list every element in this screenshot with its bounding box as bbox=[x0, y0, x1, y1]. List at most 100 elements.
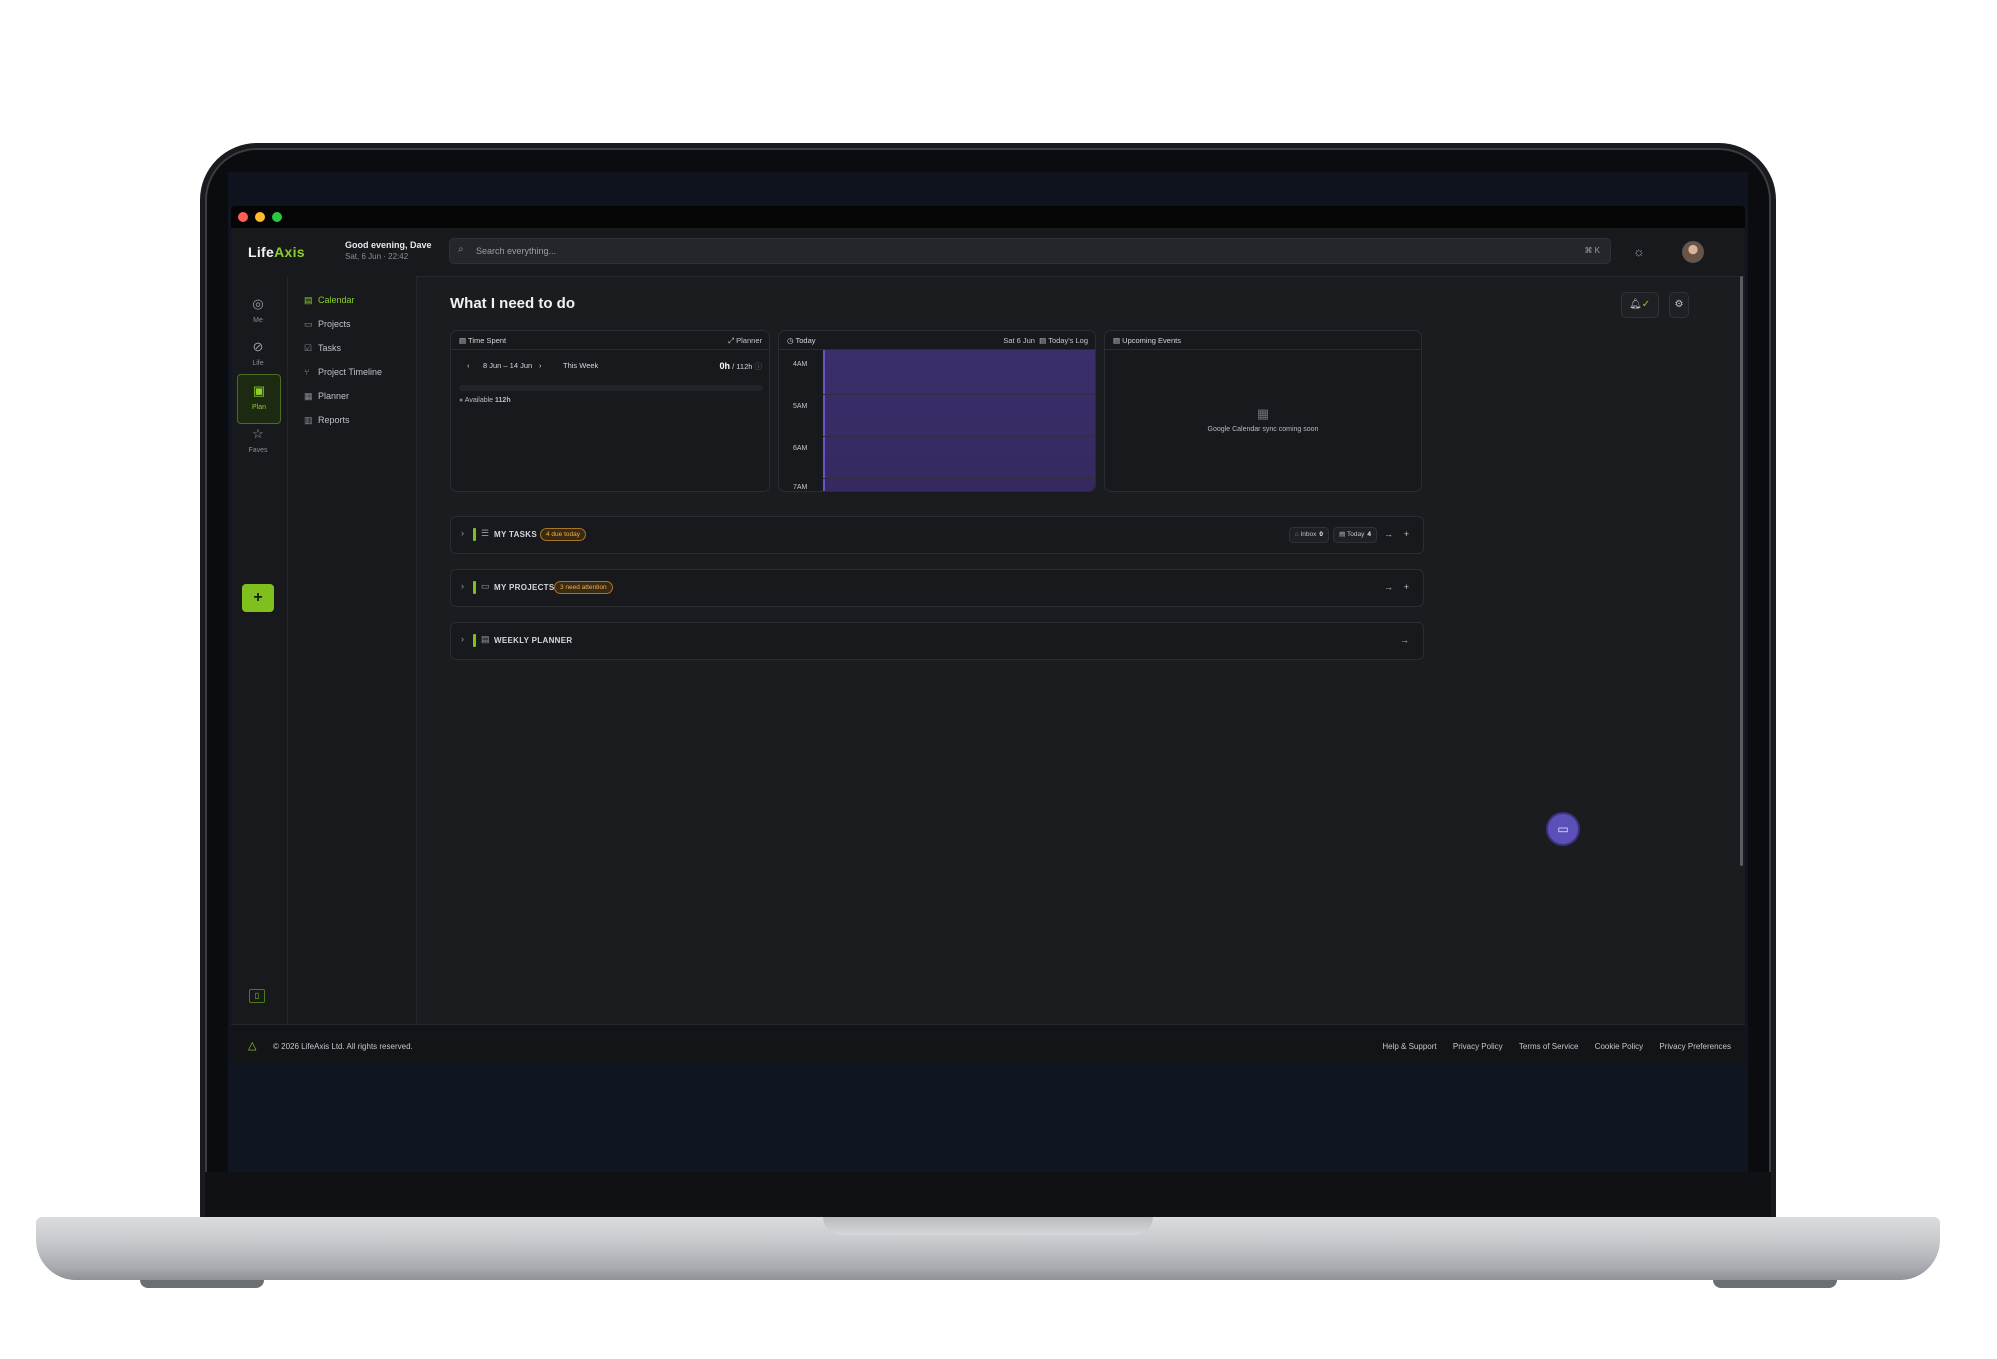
plus-icon[interactable]: + bbox=[1404, 529, 1409, 539]
today-pill[interactable]: ▤ Today 4 bbox=[1333, 527, 1377, 543]
rail-item-faves[interactable]: ☆ Faves bbox=[237, 418, 279, 466]
sidebar-toggle-icon[interactable]: ▯ bbox=[249, 989, 265, 1003]
available-value: 112h bbox=[495, 397, 511, 404]
upcoming-events-card: ▤ Upcoming Events ▦ Google Calendar sync… bbox=[1104, 330, 1422, 492]
maximize-window-button[interactable] bbox=[272, 212, 282, 222]
window-titlebar bbox=[231, 206, 1745, 228]
chevron-right-icon[interactable]: › bbox=[461, 528, 464, 538]
nav-item-projects[interactable]: ▭ Projects bbox=[304, 319, 351, 330]
expand-icon: ⤢ bbox=[728, 336, 737, 345]
my-tasks-section[interactable]: › ☰ MY TASKS 4 due today ⌂ Inbox 0 ▤ Toda… bbox=[450, 516, 1424, 554]
inbox-pill[interactable]: ⌂ Inbox 0 bbox=[1288, 527, 1329, 543]
my-projects-section[interactable]: › ▭ MY PROJECTS 3 need attention → + bbox=[450, 569, 1424, 607]
info-icon: ⓘ bbox=[754, 362, 763, 371]
calendar-empty-icon: ▦ bbox=[1256, 406, 1270, 421]
chevron-right-icon[interactable]: › bbox=[461, 634, 464, 644]
terms-of-service-link[interactable]: Terms of Service bbox=[1519, 1042, 1579, 1051]
time-spent-card: ▤ Time Spent ⤢ Planner ‹ 8 Jun – 14 Jun … bbox=[450, 330, 770, 492]
card-title-text: Time Spent bbox=[468, 336, 507, 345]
bell-icon: 🔔︎ bbox=[1629, 299, 1642, 310]
camera-strip bbox=[228, 172, 1748, 206]
theme-toggle-sun-icon[interactable]: ☼ bbox=[1633, 244, 1645, 259]
section-title: WEEKLY PLANNER bbox=[494, 636, 573, 645]
add-button[interactable]: + bbox=[242, 584, 274, 612]
scrollbar[interactable] bbox=[1740, 276, 1743, 866]
section-accent-bar bbox=[473, 528, 476, 541]
nav-label: Project Timeline bbox=[318, 367, 383, 377]
nav-item-calendar[interactable]: ▤ Calendar bbox=[304, 295, 355, 306]
card-header: ▤ Upcoming Events bbox=[1105, 331, 1421, 350]
calendar-icon: ▤ bbox=[304, 295, 313, 305]
app-logo[interactable]: LifeAxis bbox=[248, 244, 305, 260]
due-today-badge: 4 due today bbox=[540, 528, 586, 541]
chat-button[interactable]: ▭ bbox=[1548, 814, 1578, 844]
next-week-chevron-icon[interactable]: › bbox=[539, 361, 542, 370]
minimize-window-button[interactable] bbox=[255, 212, 265, 222]
hours-total: / 112h bbox=[732, 362, 753, 371]
prev-week-chevron-icon[interactable]: ‹ bbox=[467, 361, 470, 370]
time-progress-bar bbox=[459, 385, 763, 391]
hour-line bbox=[823, 478, 1095, 479]
star-icon: ☆ bbox=[252, 426, 264, 441]
arrow-right-icon[interactable]: → bbox=[1384, 529, 1393, 539]
calendar-event-block[interactable] bbox=[823, 350, 1095, 491]
logo-text-suffix: xis bbox=[284, 244, 305, 260]
settings-button[interactable]: ⚙ bbox=[1669, 292, 1689, 318]
hours-spent: 0h bbox=[719, 361, 731, 371]
inbox-label: Inbox bbox=[1300, 531, 1317, 538]
search-bar[interactable]: ⌕ Search everything... ⌘ K bbox=[449, 238, 1611, 264]
rail-item-life[interactable]: ⊘ Life bbox=[237, 331, 279, 379]
close-window-button[interactable] bbox=[238, 212, 248, 222]
bar-chart-icon: ▥ bbox=[304, 415, 313, 425]
check-circle-icon: ✓ bbox=[1641, 299, 1651, 310]
card-header: ▤ Time Spent ⤢ Planner bbox=[451, 331, 769, 350]
today-count: 4 bbox=[1367, 531, 1371, 538]
card-header: ◷ Today Sat 6 Jun ▤ Today's Log bbox=[779, 331, 1095, 350]
rail-item-me[interactable]: ◎ Me bbox=[237, 288, 279, 336]
day-timeline: 4AM 5AM 6AM 7AM bbox=[779, 350, 1095, 491]
nav-label: Planner bbox=[318, 391, 350, 401]
rail-label: Faves bbox=[248, 447, 268, 454]
folder-icon: ▭ bbox=[481, 581, 490, 591]
cookie-policy-link[interactable]: Cookie Policy bbox=[1595, 1042, 1643, 1051]
chevron-right-icon[interactable]: › bbox=[461, 581, 464, 591]
planner-link-text: Planner bbox=[736, 336, 762, 345]
rail-item-plan[interactable]: ▣ Plan bbox=[237, 374, 281, 424]
nav-label: Reports bbox=[318, 415, 350, 425]
nav-item-planner[interactable]: ▦ Planner bbox=[304, 391, 349, 402]
calendar-icon: ▤ bbox=[1339, 531, 1346, 538]
laptop-foot-left bbox=[140, 1280, 264, 1288]
nav-item-tasks[interactable]: ☑ Tasks bbox=[304, 343, 341, 354]
available-time: ● Available 112h bbox=[459, 397, 511, 404]
compass-icon: ⊘ bbox=[252, 339, 264, 354]
arrow-right-icon[interactable]: → bbox=[1400, 635, 1409, 645]
help-support-link[interactable]: Help & Support bbox=[1382, 1042, 1436, 1051]
plus-icon[interactable]: + bbox=[1404, 582, 1409, 592]
greeting-block: Good evening, Dave Sat, 6 Jun · 22:42 bbox=[345, 240, 432, 261]
nav-label: Tasks bbox=[318, 343, 342, 353]
section-accent-bar bbox=[473, 581, 476, 594]
planner-link[interactable]: ⤢ Planner bbox=[728, 336, 762, 346]
user-avatar[interactable] bbox=[1682, 241, 1704, 263]
today-label: Today bbox=[1347, 531, 1365, 538]
inbox-count: 0 bbox=[1319, 531, 1323, 538]
top-bar: LifeAxis Good evening, Dave Sat, 6 Jun ·… bbox=[231, 228, 1745, 277]
todays-log-link[interactable]: ▤ Today's Log bbox=[1039, 336, 1088, 345]
privacy-preferences-link[interactable]: Privacy Preferences bbox=[1659, 1042, 1731, 1051]
today-card: ◷ Today Sat 6 Jun ▤ Today's Log 4AM 5AM … bbox=[778, 330, 1096, 492]
checkbox-icon: ☑ bbox=[304, 343, 313, 353]
clipboard-icon: ▣ bbox=[252, 383, 266, 398]
card-title-text: Today bbox=[795, 336, 816, 345]
available-label: Available bbox=[464, 397, 494, 404]
notifications-button[interactable]: 🔔︎✓ bbox=[1620, 292, 1659, 318]
folder-icon: ▭ bbox=[304, 319, 313, 329]
weekly-planner-section[interactable]: › ▤ WEEKLY PLANNER → bbox=[450, 622, 1424, 660]
calendar-icon: ▤ bbox=[459, 336, 469, 345]
nav-item-reports[interactable]: ▥ Reports bbox=[304, 415, 350, 426]
bottom-bezel bbox=[205, 1172, 1771, 1222]
search-input[interactable]: Search everything... bbox=[476, 246, 556, 256]
calendar-icon: ▤ bbox=[1039, 336, 1049, 345]
privacy-policy-link[interactable]: Privacy Policy bbox=[1453, 1042, 1503, 1051]
nav-item-project-timeline[interactable]: ⑂ Project Timeline bbox=[304, 367, 382, 377]
arrow-right-icon[interactable]: → bbox=[1384, 582, 1393, 592]
